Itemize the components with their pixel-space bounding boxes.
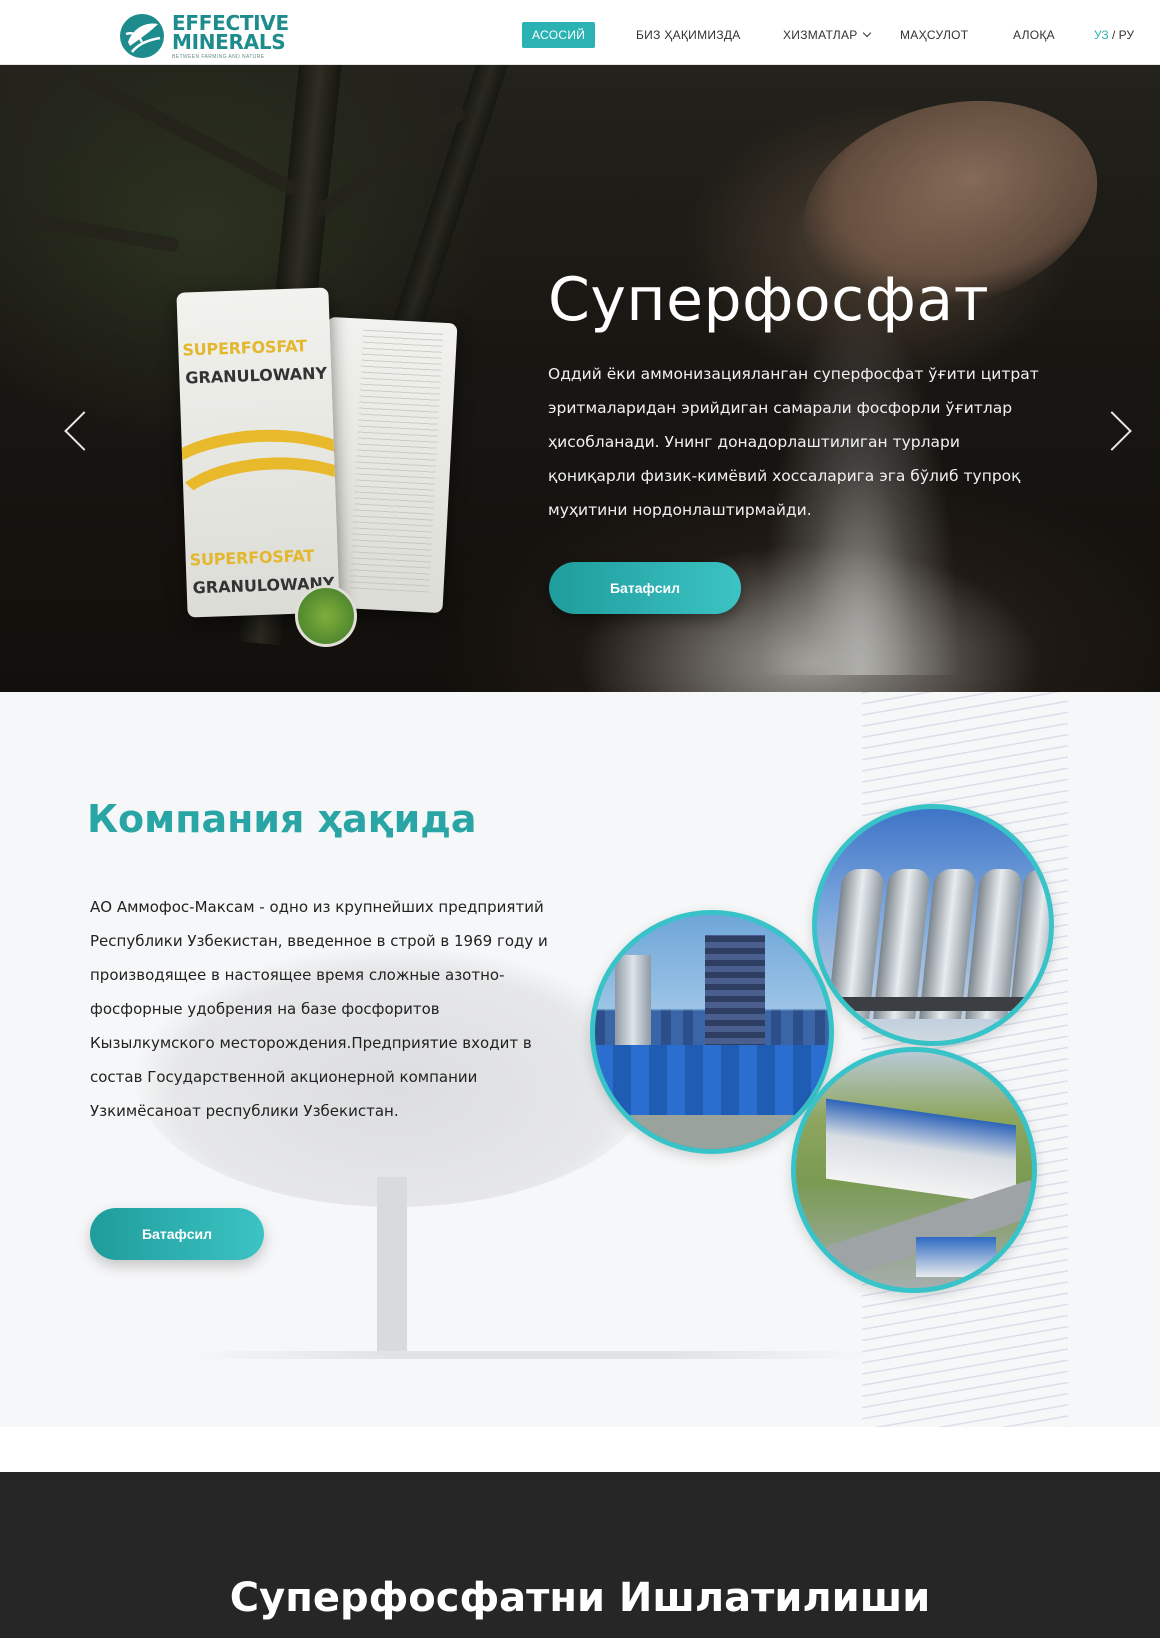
nav-item-services[interactable]: ХИЗМАТЛАР	[783, 22, 871, 48]
about-section: Компания ҳақида АО Аммофос-Максам - одно…	[0, 692, 1160, 1427]
top-navigation: EFFECTIVE MINERALS BETWEEN FARMING AND N…	[0, 0, 1160, 65]
bag-label-sub: GRANULOWANY	[185, 363, 328, 388]
plant-tower	[705, 935, 765, 1050]
usage-section: Суперфосфатни Ишлатилиши	[0, 1472, 1160, 1638]
bag-label-top: SUPERFOSFAT	[182, 336, 308, 360]
nav-item-products[interactable]: МАҲСУЛОТ	[900, 22, 968, 48]
nav-item-services-label: ХИЗМАТЛАР	[783, 28, 858, 42]
factory-building	[826, 1098, 1016, 1206]
about-more-button[interactable]: Батафсил	[90, 1208, 264, 1260]
nav-item-about[interactable]: БИЗ ҲАҚИМИЗДА	[636, 22, 741, 48]
nav-item-home[interactable]: АСОСИЙ	[522, 22, 596, 48]
hero-more-button[interactable]: Батафсил	[549, 562, 741, 614]
plant-building	[595, 1045, 829, 1115]
chevron-down-icon	[862, 28, 871, 38]
silo-rail	[817, 997, 1049, 1011]
hero-title: Суперфосфат	[548, 265, 990, 335]
lang-ru-link[interactable]: РУ	[1119, 28, 1134, 42]
photo-silos	[812, 804, 1054, 1046]
about-description: АО Аммофос-Максам - одно из крупнейших п…	[90, 898, 548, 1120]
main-menu: АСОСИЙ БИЗ ҲАҚИМИЗДА ХИЗМАТЛАР МАҲСУЛОТ …	[0, 0, 1160, 65]
lang-uz-link[interactable]: УЗ	[1094, 28, 1109, 42]
hero-slider: SUPERFOSFAT GRANULOWANY SUPERFOSFAT GRAN…	[0, 65, 1160, 692]
nav-item-contact[interactable]: АЛОҚА	[1013, 22, 1055, 48]
hero-description: Оддий ёки аммонизацияланган суперфосфат …	[548, 365, 1039, 519]
product-bag-front: SUPERFOSFAT GRANULOWANY SUPERFOSFAT GRAN…	[176, 287, 340, 618]
photo-factory-aerial	[791, 1047, 1037, 1293]
factory-building-small	[916, 1237, 996, 1277]
photo-plant	[590, 910, 834, 1154]
bag-label-lines	[349, 328, 443, 593]
plant-tank	[615, 955, 651, 1050]
tree-trunk	[377, 1177, 407, 1355]
usage-title: Суперфосфатни Ишлатилиши	[229, 1575, 931, 1621]
bag-badge	[295, 585, 357, 647]
ground-line-decoration	[190, 1351, 870, 1359]
language-switcher: УЗ / РУ	[1094, 22, 1134, 48]
lang-separator: /	[1108, 28, 1119, 42]
about-title: Компания ҳақида	[87, 797, 477, 841]
bag-label-bottom: SUPERFOSFAT	[189, 546, 315, 570]
